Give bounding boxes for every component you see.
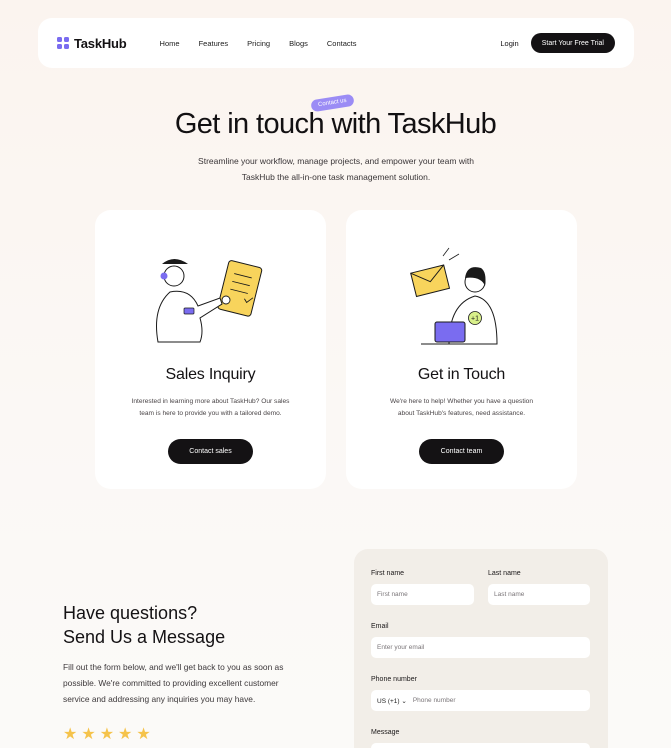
sales-inquiry-description: Interested in learning more about TaskHu… <box>119 396 302 420</box>
start-trial-button[interactable]: Start Your Free Trial <box>530 33 615 53</box>
get-in-touch-title: Get in Touch <box>417 366 506 383</box>
star-icon: ★ <box>81 726 96 743</box>
sales-desc-line: Interested in learning more about TaskHu… <box>131 398 290 405</box>
page-title: Get in touch with TaskHub <box>174 108 497 140</box>
questions-heading-line: Send Us a Message <box>63 627 226 647</box>
questions-desc-line: service and addressing any inquiries you… <box>63 694 256 704</box>
email-input[interactable]: Enter your email <box>371 637 590 658</box>
questions-heading-line: Have questions? <box>63 603 198 623</box>
sales-inquiry-title: Sales Inquiry <box>165 366 256 383</box>
last-name-input[interactable]: Last name <box>488 584 590 605</box>
chevron-down-icon: ⌄ <box>401 697 407 705</box>
country-code-select[interactable]: US (+1) ⌄ <box>377 697 407 705</box>
nav-link-contacts[interactable]: Contacts <box>327 39 357 48</box>
questions-heading: Have questions? Send Us a Message <box>63 601 225 649</box>
hero-subtitle-line: Streamline your workflow, manage project… <box>198 156 474 166</box>
message-label: Message <box>371 729 400 736</box>
star-icon: ★ <box>63 726 78 743</box>
contact-page: TaskHub Home Features Pricing Blogs Cont… <box>0 0 671 748</box>
star-icon: ★ <box>118 726 133 743</box>
plus-one-badge: +1 <box>471 316 479 323</box>
first-name-input[interactable]: First name <box>371 584 474 605</box>
email-label: Email <box>371 623 389 630</box>
get-in-touch-card: +1 Get in Touch We're here to help! Whet… <box>346 210 577 489</box>
logo[interactable]: TaskHub <box>57 36 127 51</box>
login-link[interactable]: Login <box>500 39 518 48</box>
contact-sales-button[interactable]: Contact sales <box>168 439 253 464</box>
questions-desc-line: possible. We're committed to providing e… <box>63 678 279 688</box>
nav-links: Home Features Pricing Blogs Contacts <box>160 39 376 48</box>
hero-subtitle-line: TaskHub the all-in-one task management s… <box>241 172 431 182</box>
hero-subtitle: Streamline your workflow, manage project… <box>160 153 512 185</box>
sales-inquiry-card: Sales Inquiry Interested in learning mor… <box>95 210 326 489</box>
first-name-label: First name <box>371 570 405 577</box>
contact-form: First name First name Last name Last nam… <box>354 549 608 748</box>
message-textarea[interactable] <box>371 743 590 748</box>
top-navbar: TaskHub Home Features Pricing Blogs Cont… <box>38 18 634 68</box>
nav-link-blogs[interactable]: Blogs <box>289 39 308 48</box>
nav-link-home[interactable]: Home <box>160 39 180 48</box>
questions-description: Fill out the form below, and we'll get b… <box>63 659 318 707</box>
logo-icon <box>57 37 69 49</box>
sales-person-illustration <box>156 259 263 343</box>
contact-team-button[interactable]: Contact team <box>419 439 504 464</box>
get-in-touch-description: We're here to help! Whether you have a q… <box>370 396 553 420</box>
sales-desc-line: team is here to provide you with a tailo… <box>139 410 282 417</box>
star-rating: ★ ★ ★ ★ ★ <box>63 727 151 743</box>
logo-text: TaskHub <box>74 35 127 51</box>
star-icon: ★ <box>136 726 151 743</box>
nav-link-features[interactable]: Features <box>199 39 229 48</box>
support-person-illustration: +1 <box>410 247 498 345</box>
star-icon: ★ <box>99 726 115 743</box>
touch-desc-line: We're here to help! Whether you have a q… <box>390 398 533 405</box>
phone-field: US (+1) ⌄ Phone number <box>371 690 590 711</box>
country-code-value: US (+1) <box>377 697 400 705</box>
touch-desc-line: about TaskHub's features, need assistanc… <box>397 410 526 417</box>
last-name-label: Last name <box>488 570 521 577</box>
nav-actions: Login Start Your Free Trial <box>500 33 615 53</box>
phone-label: Phone number <box>371 676 417 683</box>
questions-desc-line: Fill out the form below, and we'll get b… <box>63 662 284 672</box>
nav-link-pricing[interactable]: Pricing <box>247 39 270 48</box>
phone-input[interactable]: Phone number <box>413 697 456 704</box>
